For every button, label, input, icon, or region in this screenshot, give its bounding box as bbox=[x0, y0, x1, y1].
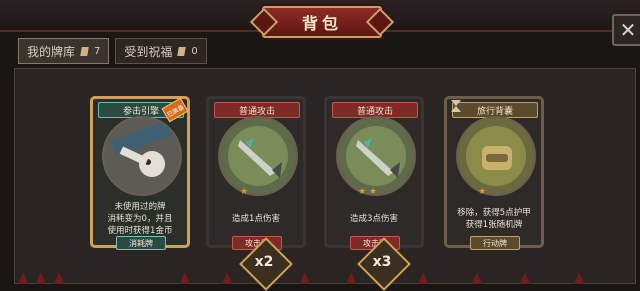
close-icon: ✕ bbox=[619, 18, 637, 42]
card-stars: ★ ★ ★ bbox=[358, 188, 389, 197]
tab-my-deck[interactable]: 我的牌库 7 bbox=[18, 38, 110, 64]
attack-art-icon bbox=[346, 126, 406, 186]
card-count-icon bbox=[80, 46, 89, 56]
card-art bbox=[102, 116, 182, 196]
card-art bbox=[456, 116, 536, 196]
tab-label: 受到祝福 bbox=[124, 44, 173, 59]
card-art bbox=[218, 116, 298, 196]
card-art bbox=[336, 116, 416, 196]
card-3[interactable]: 普通攻击 ★ ★ ★ 造成3点伤害 攻击牌 bbox=[324, 96, 424, 250]
card-stars: ★ ★ ★ bbox=[240, 188, 271, 197]
card-description: 造成3点伤害 bbox=[350, 214, 398, 224]
star-icon: ★ bbox=[240, 187, 249, 197]
star-icon: ★ bbox=[262, 187, 271, 197]
count-badge-text: x2 bbox=[254, 254, 274, 270]
card-count-icon bbox=[177, 46, 187, 56]
star-icon: ★ bbox=[358, 187, 367, 197]
tab-blessings[interactable]: 受到祝福 0 bbox=[115, 38, 207, 64]
star-icon: ★ bbox=[478, 187, 487, 197]
tab-label: 我的牌库 bbox=[27, 44, 76, 59]
close-button[interactable]: ✕ bbox=[612, 14, 640, 46]
window-title: 背包 bbox=[301, 14, 342, 33]
card-type: 行动牌 bbox=[470, 236, 520, 250]
card-stars: ★ ★ ★ bbox=[478, 188, 509, 197]
star-icon: ★ bbox=[500, 187, 509, 197]
bone-art-icon bbox=[111, 120, 173, 177]
tab-count: 0 bbox=[191, 45, 198, 57]
title-banner: 背包 bbox=[262, 6, 382, 38]
count-badge-text: x3 bbox=[372, 254, 392, 270]
card-description: 造成1点伤害 bbox=[232, 214, 280, 224]
attack-art-icon bbox=[228, 126, 288, 186]
tab-bar: 我的牌库 7 受到祝福 0 bbox=[18, 38, 207, 64]
card-4[interactable]: 旅行背囊 ★ ★ ★ 移除，获得5点护甲 获得1张随机牌 行动牌 bbox=[444, 96, 544, 250]
star-icon: ★ bbox=[251, 187, 260, 197]
card-type: 消耗牌 bbox=[116, 236, 166, 250]
card-description: 未使用过的牌 消耗变为0，并且 使用时获得1金币 bbox=[107, 202, 173, 236]
star-icon: ★ bbox=[489, 187, 498, 197]
star-icon: ★ bbox=[369, 187, 378, 197]
card-2[interactable]: 普通攻击 ★ ★ ★ 造成1点伤害 攻击牌 bbox=[206, 96, 306, 250]
star-icon: ★ bbox=[380, 187, 389, 197]
card-description: 移除，获得5点护甲 获得1张随机牌 bbox=[457, 208, 531, 230]
backpack-art-icon bbox=[466, 126, 526, 186]
card-1[interactable]: 参击引擎 已装备 未使用过的牌 消耗变为0，并且 使用时获得1金币 消耗牌 bbox=[90, 96, 190, 250]
tab-count: 7 bbox=[94, 45, 101, 57]
